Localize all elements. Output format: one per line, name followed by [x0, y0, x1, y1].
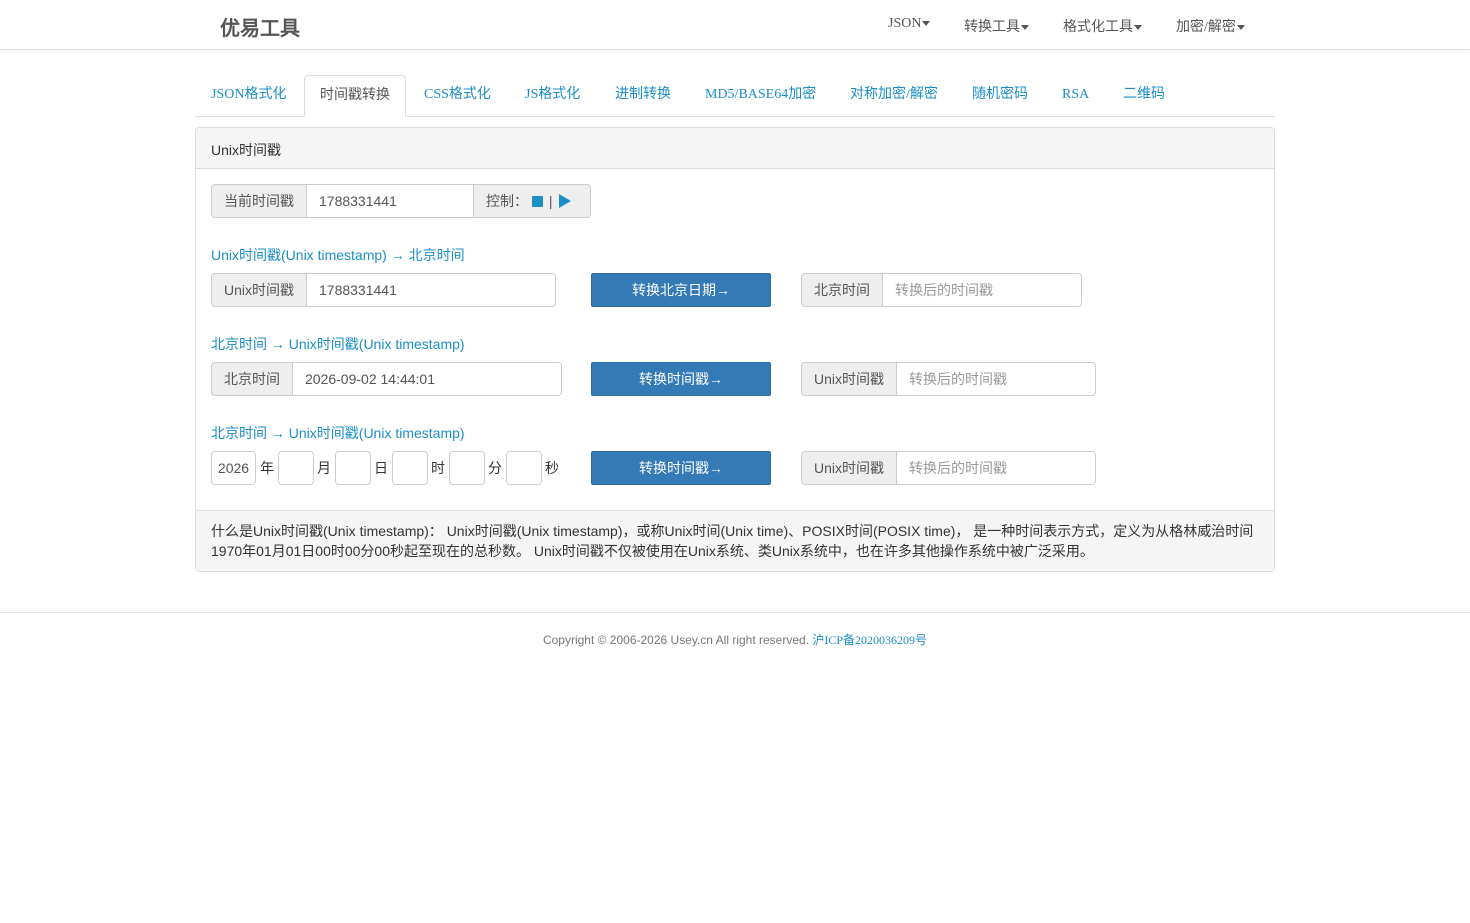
unix-timestamp-label: Unix时间戳 — [211, 273, 307, 307]
timestamp-panel: Unix时间戳 当前时间戳 1788331441 控制： | Unix时间戳(U… — [195, 127, 1275, 572]
caret-down-icon — [1021, 25, 1029, 31]
nav-menu-json[interactable]: JSON — [888, 16, 931, 32]
beijing-time-input[interactable]: 2026-09-02 14:44:01 — [292, 362, 562, 396]
tab-md5-base64[interactable]: MD5/BASE64加密 — [705, 75, 816, 117]
nav-menu-label: 转换工具 — [964, 20, 1020, 35]
copyright-text: Copyright © 2006-2026 Usey.cn All right … — [542, 633, 810, 647]
second-input[interactable] — [506, 451, 542, 485]
minute-input[interactable] — [449, 451, 485, 485]
stop-icon[interactable] — [531, 196, 543, 207]
tab-rsa[interactable]: RSA — [1062, 75, 1089, 117]
nav-menu-label: 格式化工具 — [1063, 20, 1133, 35]
beijing-time-label: 北京时间 — [211, 362, 293, 396]
section-title-date-parts-to-unix: 北京时间 → Unix时间戳(Unix timestamp) — [211, 425, 465, 441]
minute-unit: 分 — [488, 460, 502, 476]
top-navbar: 优易工具 JSON 转换工具 格式化工具 加密/解密 — [0, 0, 1470, 50]
tool-tabs: JSON格式化 时间戳转换 CSS格式化 JS格式化 进制转换 MD5/BASE… — [195, 75, 1275, 117]
nav-menu-format-tools[interactable]: 格式化工具 — [1063, 16, 1142, 36]
panel-title: Unix时间戳 — [196, 128, 1274, 169]
unix-timestamp-label: Unix时间戳 — [801, 362, 897, 396]
unix-timestamp-description: 什么是Unix时间戳(Unix timestamp)： Unix时间戳(Unix… — [196, 510, 1274, 571]
unix-timestamp-output[interactable]: 转换后的时间戳 — [896, 362, 1096, 396]
convert-to-beijing-button[interactable]: 转换北京日期→ — [591, 273, 771, 307]
icp-link[interactable]: 沪ICP备2020036209号 — [812, 633, 927, 647]
tab-json-format[interactable]: JSON格式化 — [211, 75, 286, 117]
play-icon[interactable] — [558, 194, 571, 208]
control-label: 控制： — [486, 193, 528, 209]
day-unit: 日 — [374, 460, 388, 476]
hour-input[interactable] — [392, 451, 428, 485]
section-title-beijing-to-unix: 北京时间 → Unix时间戳(Unix timestamp) — [211, 336, 465, 352]
second-unit: 秒 — [545, 460, 559, 476]
tab-css-format[interactable]: CSS格式化 — [424, 75, 491, 117]
site-brand[interactable]: 优易工具 — [220, 12, 300, 41]
timer-control: 控制： | — [473, 184, 591, 218]
unix-timestamp-input[interactable]: 1788331441 — [306, 273, 556, 307]
page-footer: Copyright © 2006-2026 Usey.cn All right … — [0, 631, 1470, 648]
footer-divider — [0, 612, 1470, 613]
tab-random-password[interactable]: 随机密码 — [972, 75, 1028, 117]
unix-timestamp-label: Unix时间戳 — [801, 451, 897, 485]
caret-down-icon — [922, 21, 931, 27]
day-input[interactable] — [335, 451, 371, 485]
current-timestamp-label: 当前时间戳 — [211, 184, 307, 218]
year-unit: 年 — [260, 460, 274, 476]
tab-js-format[interactable]: JS格式化 — [525, 75, 580, 117]
control-divider: | — [548, 193, 553, 209]
beijing-time-output[interactable]: 转换后的时间戳 — [882, 273, 1082, 307]
tab-qrcode[interactable]: 二维码 — [1123, 75, 1165, 117]
nav-menu-label: 加密/解密 — [1176, 20, 1236, 35]
nav-menu-label: JSON — [888, 16, 922, 31]
section-title-unix-to-beijing: Unix时间戳(Unix timestamp) → 北京时间 — [211, 247, 465, 263]
month-input[interactable] — [278, 451, 314, 485]
beijing-time-label: 北京时间 — [801, 273, 883, 307]
convert-parts-to-timestamp-button[interactable]: 转换时间戳→ — [591, 451, 771, 485]
tab-timestamp[interactable]: 时间戳转换 — [304, 75, 406, 117]
tab-base-convert[interactable]: 进制转换 — [615, 75, 671, 117]
caret-down-icon — [1236, 25, 1245, 31]
tab-symmetric-crypto[interactable]: 对称加密/解密 — [850, 75, 938, 117]
nav-menu-encrypt-decrypt[interactable]: 加密/解密 — [1176, 16, 1245, 36]
current-timestamp-value[interactable]: 1788331441 — [306, 184, 474, 218]
caret-down-icon — [1134, 25, 1142, 31]
nav-menu-convert-tools[interactable]: 转换工具 — [964, 16, 1029, 36]
unix-timestamp-output[interactable]: 转换后的时间戳 — [896, 451, 1096, 485]
convert-to-timestamp-button[interactable]: 转换时间戳→ — [591, 362, 771, 396]
year-input[interactable]: 2026 — [211, 451, 256, 485]
month-unit: 月 — [317, 460, 331, 476]
hour-unit: 时 — [431, 460, 445, 476]
